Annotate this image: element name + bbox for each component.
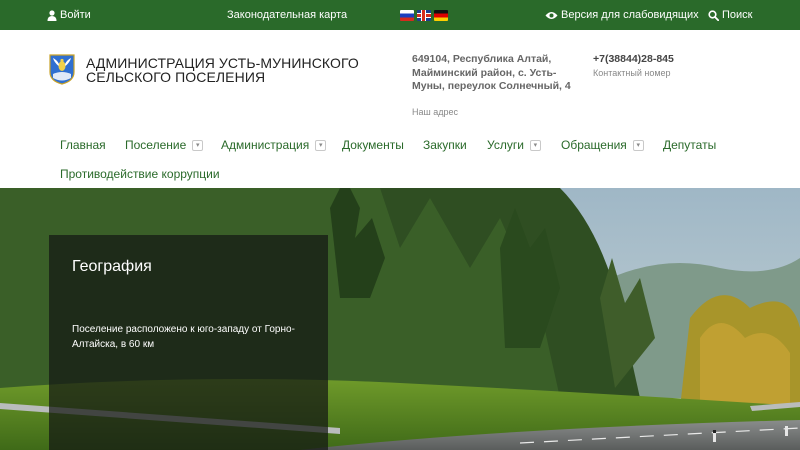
nav-item-label: Закупки bbox=[423, 138, 467, 152]
address-line1: 649104, Республика Алтай, bbox=[412, 53, 552, 65]
slide-caption-box: География Поселение расположено к юго-за… bbox=[49, 235, 328, 450]
nav-item-procurement[interactable]: Закупки bbox=[423, 136, 467, 154]
nav-item-label: Поселение bbox=[125, 138, 187, 152]
search-label: Поиск bbox=[722, 9, 753, 21]
slide-text: Поселение расположено к юго-западу от Го… bbox=[72, 324, 295, 350]
nav-item-label: Документы bbox=[342, 138, 404, 152]
phone-caption: Контактный номер bbox=[593, 68, 671, 78]
flag-en-icon[interactable] bbox=[417, 9, 431, 21]
eye-icon bbox=[545, 11, 558, 19]
nav-item-documents[interactable]: Документы bbox=[342, 136, 404, 154]
low-vision-link[interactable]: Версия для слабовидящих bbox=[545, 0, 699, 30]
search-link[interactable]: Поиск bbox=[708, 0, 752, 30]
slide-title[interactable]: География bbox=[72, 258, 152, 276]
flag-de-icon[interactable] bbox=[434, 9, 448, 21]
nav-item-administration[interactable]: Администрация ▾ bbox=[221, 136, 327, 154]
hero-slider: География Поселение расположено к юго-за… bbox=[0, 188, 800, 450]
address-line3: Муны, переулок Солнечный, 4 bbox=[412, 80, 571, 92]
coat-of-arms-logo[interactable] bbox=[49, 54, 75, 85]
law-map-label: Законодательная карта bbox=[227, 9, 348, 21]
search-icon bbox=[708, 9, 719, 21]
nav-item-anti-corruption[interactable]: Противодействие коррупции bbox=[60, 165, 220, 183]
user-icon bbox=[47, 9, 57, 21]
address-line2: Майминский район, с. Усть- bbox=[412, 66, 557, 79]
nav-item-label: Противодействие коррупции bbox=[60, 167, 220, 181]
nav-item-home[interactable]: Главная bbox=[60, 136, 106, 154]
site-title-line1: АДМИНИСТРАЦИЯ УСТЬ-МУНИНСКОГО bbox=[86, 55, 359, 71]
nav-item-label: Администрация bbox=[221, 138, 310, 152]
login-label: Войти bbox=[60, 9, 91, 21]
nav-item-appeals[interactable]: Обращения ▾ bbox=[561, 136, 644, 154]
language-switcher bbox=[400, 0, 448, 30]
nav-item-services[interactable]: Услуги ▾ bbox=[487, 136, 541, 154]
chevron-down-icon[interactable]: ▾ bbox=[529, 139, 541, 151]
site-title[interactable]: АДМИНИСТРАЦИЯ УСТЬ-МУНИНСКОГО СЕЛЬСКОГО … bbox=[86, 56, 386, 84]
chevron-down-icon[interactable]: ▾ bbox=[632, 139, 644, 151]
nav-item-deputies[interactable]: Депутаты bbox=[663, 136, 716, 154]
low-vision-label: Версия для слабовидящих bbox=[561, 9, 699, 21]
nav-item-label: Услуги bbox=[487, 138, 524, 152]
site-title-line2: СЕЛЬСКОГО ПОСЕЛЕНИЯ bbox=[86, 69, 266, 85]
nav-item-settlement[interactable]: Поселение ▾ bbox=[125, 136, 204, 154]
flag-ru-icon[interactable] bbox=[400, 9, 414, 21]
nav-item-label: Обращения bbox=[561, 138, 627, 152]
login-link[interactable]: Войти bbox=[47, 0, 91, 30]
phone-number[interactable]: +7(38844)28-845 bbox=[593, 53, 674, 65]
chevron-down-icon[interactable]: ▾ bbox=[192, 139, 204, 151]
chevron-down-icon[interactable]: ▾ bbox=[315, 139, 327, 151]
address-caption: Наш адрес bbox=[412, 107, 458, 117]
top-bar: Войти Законодательная карта Версия для с… bbox=[0, 0, 800, 30]
nav-item-label: Депутаты bbox=[663, 138, 717, 152]
address-block: 649104, Республика Алтай, Майминский рай… bbox=[412, 53, 582, 94]
law-map-link[interactable]: Законодательная карта bbox=[227, 0, 347, 30]
nav-item-label: Главная bbox=[60, 138, 106, 152]
